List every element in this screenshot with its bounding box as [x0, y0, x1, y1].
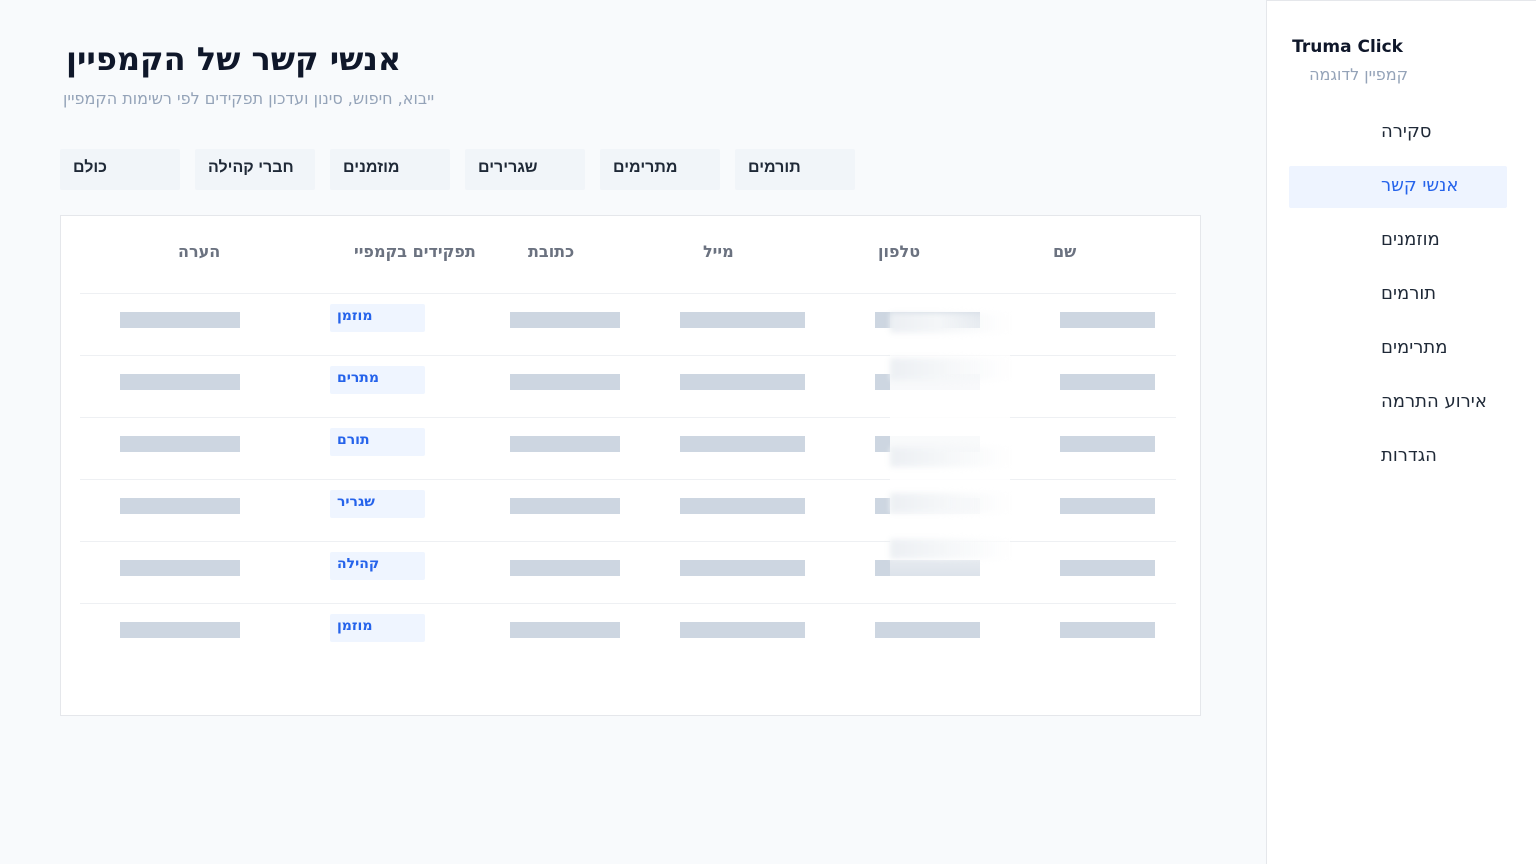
sidebar-item-label: הגדרות: [1381, 445, 1437, 466]
email-placeholder: [680, 498, 805, 514]
column-header-name[interactable]: שם: [1053, 242, 1076, 261]
email-placeholder: [680, 312, 805, 328]
column-header-roles[interactable]: תפקידים בקמפיי: [354, 242, 476, 261]
address-placeholder: [510, 498, 620, 514]
email-placeholder: [680, 560, 805, 576]
name-placeholder: [1060, 560, 1155, 576]
contacts-table: שם טלפון מייל כתובת תפקידים בקמפיי הערה …: [60, 215, 1201, 716]
name-placeholder: [1060, 498, 1155, 514]
note-placeholder: [120, 560, 240, 576]
table-row[interactable]: מוזמן: [80, 603, 1176, 665]
sidebar-item-donors[interactable]: תורמים: [1289, 274, 1507, 316]
table-row[interactable]: קהילה: [80, 541, 1176, 603]
filter-label: שגרירים: [478, 159, 538, 176]
role-badge: מוזמן: [330, 304, 425, 332]
table-row[interactable]: מתרים: [80, 355, 1176, 417]
note-placeholder: [120, 312, 240, 328]
phone-placeholder: [875, 622, 980, 638]
name-placeholder: [1060, 436, 1155, 452]
role-badge: מתרים: [330, 366, 425, 394]
name-placeholder: [1060, 374, 1155, 390]
sidebar-item-label: מתרימים: [1381, 337, 1448, 358]
sidebar-item-label: סקירה: [1381, 121, 1432, 142]
column-header-address[interactable]: כתובת: [528, 242, 574, 261]
note-placeholder: [120, 498, 240, 514]
note-placeholder: [120, 374, 240, 390]
email-placeholder: [680, 436, 805, 452]
shimmer: [890, 493, 1010, 513]
role-badge: קהילה: [330, 552, 425, 580]
filter-fundraisers-button[interactable]: מתרימים: [600, 149, 720, 190]
note-placeholder: [120, 622, 240, 638]
sidebar-item-contacts[interactable]: אנשי קשר: [1289, 166, 1507, 208]
address-placeholder: [510, 560, 620, 576]
note-placeholder: [120, 436, 240, 452]
sidebar-item-fundraising-event[interactable]: אירוע התרמה: [1289, 382, 1507, 424]
filter-label: תורמים: [748, 159, 801, 176]
filter-label: מתרימים: [613, 159, 678, 176]
email-placeholder: [680, 622, 805, 638]
name-placeholder: [1060, 312, 1155, 328]
column-header-note[interactable]: הערה: [178, 242, 220, 261]
sidebar-item-invitees[interactable]: מוזמנים: [1289, 220, 1507, 262]
filter-community-button[interactable]: חברי קהילה: [195, 149, 315, 190]
name-placeholder: [1060, 622, 1155, 638]
sidebar-item-label: אנשי קשר: [1381, 175, 1459, 196]
email-placeholder: [680, 374, 805, 390]
page-title: אנשי קשר של הקמפיין: [66, 40, 402, 78]
filter-invitees-button[interactable]: מוזמנים: [330, 149, 450, 190]
table-row[interactable]: שגריר: [80, 479, 1176, 541]
address-placeholder: [510, 312, 620, 328]
table-row[interactable]: תורם: [80, 417, 1176, 479]
address-placeholder: [510, 374, 620, 390]
brand-subtitle: קמפיין לדוגמה: [1309, 65, 1408, 84]
sidebar: Truma Click קמפיין לדוגמה סקירה אנשי קשר…: [1266, 0, 1536, 864]
address-placeholder: [510, 436, 620, 452]
sidebar-item-settings[interactable]: הגדרות: [1289, 436, 1507, 478]
sidebar-item-label: מוזמנים: [1381, 229, 1440, 250]
column-header-email[interactable]: מייל: [703, 242, 734, 261]
role-badge: מוזמן: [330, 614, 425, 642]
address-placeholder: [510, 622, 620, 638]
filter-label: כולם: [73, 159, 108, 176]
shimmer: [890, 313, 1010, 333]
role-badge: תורם: [330, 428, 425, 456]
sidebar-item-fundraisers[interactable]: מתרימים: [1289, 328, 1507, 370]
brand-title: Truma Click: [1292, 37, 1403, 57]
page-subtitle: ייבוא, חיפוש, סינון ועדכון תפקידים לפי ר…: [63, 89, 435, 108]
shimmer: [890, 358, 1010, 380]
sidebar-item-label: תורמים: [1381, 283, 1437, 304]
filter-ambassadors-button[interactable]: שגרירים: [465, 149, 585, 190]
filter-label: מוזמנים: [343, 159, 400, 176]
shimmer: [890, 447, 1010, 467]
filter-label: חברי קהילה: [208, 159, 294, 176]
filter-donors-button[interactable]: תורמים: [735, 149, 855, 190]
role-badge: שגריר: [330, 490, 425, 518]
filter-all-button[interactable]: כולם: [60, 149, 180, 190]
sidebar-item-overview[interactable]: סקירה: [1289, 112, 1507, 154]
shimmer: [890, 539, 1010, 559]
sidebar-item-label: אירוע התרמה: [1381, 391, 1487, 412]
column-header-phone[interactable]: טלפון: [878, 242, 920, 261]
table-row[interactable]: מוזמן: [80, 293, 1176, 355]
